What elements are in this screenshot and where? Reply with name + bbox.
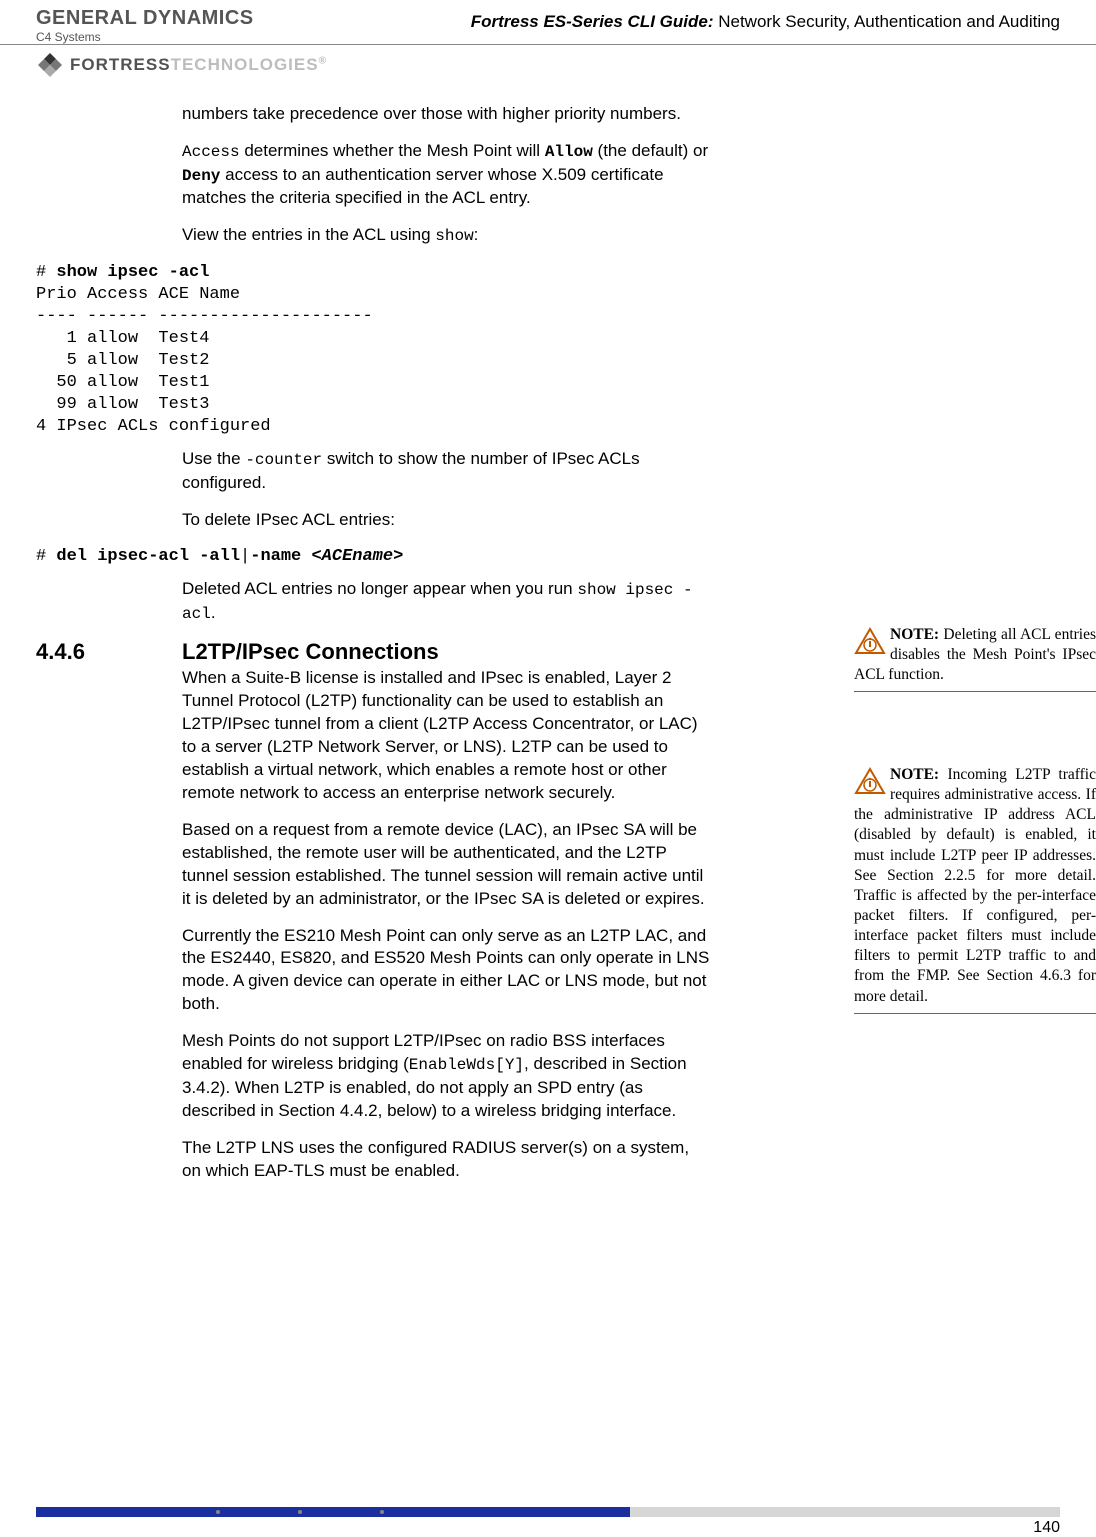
warning-info-icon: [854, 767, 886, 795]
fortress-word: FORTRESS: [70, 55, 171, 74]
fortress-diamond-icon: [36, 51, 64, 79]
code-counter-switch: -counter: [245, 451, 322, 469]
content-area: numbers take precedence over those with …: [0, 79, 1096, 1183]
paragraph-view-acl: View the entries in the ACL using show:: [182, 224, 712, 248]
note-deleting-acl: NOTE: Deleting all ACL entries disables …: [854, 625, 1096, 692]
registered-mark: ®: [319, 55, 327, 66]
code-access: Access: [182, 143, 240, 161]
fortress-text: FORTRESSTECHNOLOGIES®: [70, 55, 327, 75]
paragraph-precedence: numbers take precedence over those with …: [182, 103, 712, 126]
code-allow: Allow: [545, 143, 593, 161]
acl-output: Prio Access ACE Name ---- ------ -------…: [36, 285, 373, 437]
dot-icon: [216, 1510, 220, 1514]
paragraph-counter: Use the -counter switch to show the numb…: [182, 448, 712, 495]
arg-acename: <ACEname>: [311, 547, 403, 566]
paragraph-l2tp-intro: When a Suite-B license is installed and …: [182, 667, 712, 805]
footer-dots: [216, 1510, 1060, 1514]
paragraph-bss: Mesh Points do not support L2TP/IPsec on…: [182, 1030, 712, 1122]
command-del-all: del ipsec-acl -all: [56, 547, 240, 566]
note-label: NOTE:: [890, 626, 939, 643]
paragraph-l2tp-sa: Based on a request from a remote device …: [182, 819, 712, 911]
note-incoming-l2tp: NOTE: Incoming L2TP traffic requires adm…: [854, 765, 1096, 1014]
technologies-word: TECHNOLOGIES: [171, 55, 319, 74]
paragraph-lns-radius: The L2TP LNS uses the configured RADIUS …: [182, 1137, 712, 1183]
paragraph-es210: Currently the ES210 Mesh Point can only …: [182, 925, 712, 1017]
header-left: GENERAL DYNAMICS C4 Systems: [36, 8, 254, 44]
header-right: Fortress ES-Series CLI Guide: Network Se…: [471, 8, 1060, 32]
page-footer: 140: [36, 1507, 1060, 1514]
command-show-ipsec-acl: show ipsec -acl: [56, 263, 209, 282]
codeblock-del-ipsec-acl: # del ipsec-acl -all|-name <ACEname>: [36, 546, 1060, 568]
c4-systems-subtitle: C4 Systems: [36, 30, 254, 44]
section-title: L2TP/IPsec Connections: [182, 639, 439, 665]
code-show: show: [435, 227, 473, 245]
dot-icon: [380, 1510, 384, 1514]
paragraph-deleted-entries: Deleted ACL entries no longer appear whe…: [182, 578, 712, 625]
paragraph-access: Access determines whether the Mesh Point…: [182, 140, 712, 210]
command-del-name: -name: [250, 547, 311, 566]
warning-info-icon: [854, 627, 886, 655]
section-number: 4.4.6: [36, 639, 182, 665]
code-deny: Deny: [182, 167, 220, 185]
paragraph-delete-intro: To delete IPsec ACL entries:: [182, 509, 712, 532]
note-label: NOTE:: [890, 766, 939, 783]
fortress-logo-row: FORTRESSTECHNOLOGIES®: [0, 45, 1096, 79]
note-divider: [854, 691, 1096, 692]
page-header: GENERAL DYNAMICS C4 Systems Fortress ES-…: [0, 0, 1096, 45]
note-text: Incoming L2TP traffic requires administr…: [854, 766, 1096, 1005]
page-number: 140: [1033, 1519, 1060, 1537]
codeblock-show-ipsec-acl: # show ipsec -acl Prio Access ACE Name -…: [36, 262, 1060, 439]
code-enablewds: EnableWds[Y]: [409, 1056, 524, 1074]
general-dynamics-logo: GENERAL DYNAMICS: [36, 8, 254, 28]
dot-icon: [298, 1510, 302, 1514]
guide-subtitle: Network Security, Authentication and Aud…: [714, 12, 1061, 31]
note-divider: [854, 1013, 1096, 1014]
guide-title: Fortress ES-Series CLI Guide:: [471, 12, 714, 31]
